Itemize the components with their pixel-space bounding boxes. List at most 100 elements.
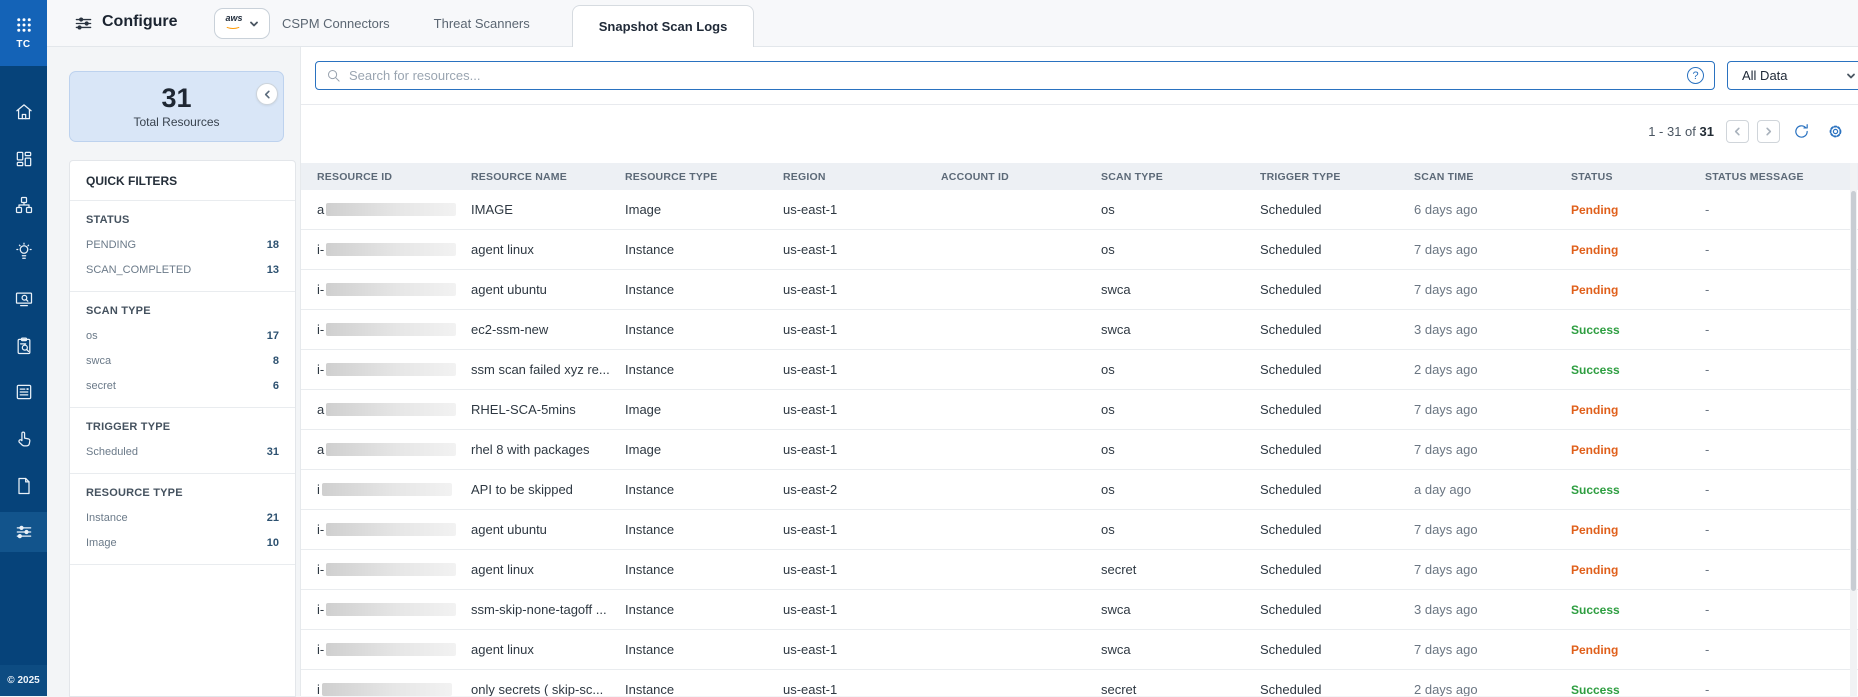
table-row[interactable]: i-ssm scan failed xyz re... Instance us-ea…: [301, 350, 1858, 390]
table-row[interactable]: a IMAGE Image us-east-1 os Scheduled 6 days ag…: [301, 190, 1858, 230]
table-row[interactable]: a RHEL-SCA-5mins Image us-east-1 os Scheduled…: [301, 390, 1858, 430]
tab-snapshot-scan-logs[interactable]: Snapshot Scan Logs: [571, 5, 755, 47]
tab-threat-scanners[interactable]: Threat Scanners: [412, 0, 552, 47]
collapse-panel-button[interactable]: [256, 83, 278, 105]
vertical-scrollbar[interactable]: [1850, 163, 1857, 696]
cell-resource-name: agent linux: [471, 242, 534, 257]
app-launcher[interactable]: TC: [0, 0, 47, 66]
search-input[interactable]: [349, 68, 1679, 83]
table-settings-button[interactable]: [1822, 118, 1848, 144]
monitor-search-icon: [15, 292, 32, 307]
table-row[interactable]: i only secrets ( skip-sc... Instance us-eas…: [301, 670, 1858, 696]
cell-resource-type: Instance: [625, 362, 675, 377]
cell-scan-time: 7 days ago: [1414, 442, 1478, 457]
redacted-resource-id: [326, 363, 457, 376]
search-box: ?: [315, 61, 1715, 90]
refresh-icon: [1794, 123, 1808, 138]
total-resources-value: 31: [161, 82, 192, 113]
gear-icon: [1829, 125, 1841, 137]
refresh-button[interactable]: [1788, 118, 1814, 144]
cell-resource-type: Instance: [625, 322, 675, 337]
page-title: Configure: [102, 13, 178, 30]
table-row[interactable]: i-agent ubuntu Instance us-east-1 os Schedul…: [301, 510, 1858, 550]
cell-status-message: -: [1705, 522, 1710, 537]
cell-resource-name: agent linux: [471, 562, 534, 577]
sidebar-item-file[interactable]: [0, 466, 47, 506]
table-row[interactable]: i-agent linux Instance us-east-1 swca Schedu…: [301, 630, 1858, 670]
filter-item-count: 21: [266, 512, 279, 524]
table-row[interactable]: i API to be skipped Instance us-east-2 os Sch…: [301, 470, 1858, 510]
cell-scan-time: 3 days ago: [1414, 322, 1478, 337]
sidebar-item-sliders[interactable]: [0, 512, 47, 553]
table-row[interactable]: i-ssm-skip-none-tagoff ... Instance us-eas…: [301, 590, 1858, 630]
sliders-icon: [74, 14, 93, 38]
column-header-resource-type[interactable]: RESOURCE TYPE: [625, 171, 783, 183]
column-header-resource-id[interactable]: RESOURCE ID: [317, 171, 471, 183]
column-header-status[interactable]: STATUS: [1571, 171, 1705, 183]
scrollbar-thumb[interactable]: [1851, 191, 1856, 591]
sidebar-item-report[interactable]: [0, 372, 47, 412]
sidebar-item-monitor-search[interactable]: [0, 279, 47, 319]
cell-resource-id: i-: [317, 602, 471, 617]
cell-resource-type: Instance: [625, 242, 675, 257]
filter-item-label: secret: [86, 380, 116, 392]
sidebar-item-dashboard[interactable]: [0, 139, 47, 179]
cell-resource-id: i-: [317, 322, 471, 337]
column-header-scan-type[interactable]: SCAN TYPE: [1101, 171, 1260, 183]
column-header-scan-time[interactable]: SCAN TIME: [1414, 171, 1571, 183]
filter-item-count: 10: [266, 537, 279, 549]
clipboard-search-icon: [17, 336, 30, 354]
filter-item-count: 17: [266, 330, 279, 342]
redacted-resource-id: [326, 283, 457, 296]
filter-item-secret[interactable]: secret 6: [86, 380, 279, 392]
table-row[interactable]: i-agent linux Instance us-east-1 os Schedule…: [301, 230, 1858, 270]
sidebar-item-clipboard-search[interactable]: [0, 326, 47, 366]
filter-item-label: Instance: [86, 512, 128, 524]
table-row[interactable]: a rhel 8 with packages Image us-east-1 os Sch…: [301, 430, 1858, 470]
total-resources-card[interactable]: 31 Total Resources: [69, 71, 284, 142]
data-scope-value: All Data: [1742, 68, 1788, 83]
status-badge: Pending: [1571, 242, 1619, 257]
cell-resource-id: i-: [317, 562, 471, 577]
table-row[interactable]: i-agent linux Instance us-east-1 secret Sche…: [301, 550, 1858, 590]
column-header-resource-name[interactable]: RESOURCE NAME: [471, 171, 625, 183]
redacted-resource-id: [326, 523, 457, 536]
filter-item-os[interactable]: os 17: [86, 330, 279, 342]
filter-item-scheduled[interactable]: Scheduled 31: [86, 446, 279, 458]
cell-resource-name: agent linux: [471, 642, 534, 657]
next-page-button[interactable]: [1757, 119, 1780, 143]
data-scope-dropdown[interactable]: All Data: [1727, 61, 1858, 90]
cell-region: us-east-1: [783, 282, 838, 297]
prev-page-button[interactable]: [1726, 119, 1749, 143]
total-resources-label: Total Resources: [133, 115, 220, 130]
tab-cspm-connectors[interactable]: CSPM Connectors: [260, 0, 412, 47]
cell-resource-type: Image: [625, 402, 662, 417]
cell-scan-time: 2 days ago: [1414, 362, 1478, 377]
cell-resource-id: a: [317, 202, 471, 217]
column-header-account-id[interactable]: ACCOUNT ID: [941, 171, 1101, 183]
sidebar-item-topology[interactable]: [0, 185, 47, 225]
column-header-region[interactable]: REGION: [783, 171, 941, 183]
column-header-status-message[interactable]: STATUS MESSAGE: [1705, 171, 1858, 183]
cell-resource-name: ssm scan failed xyz re...: [471, 362, 610, 377]
cell-scan-time: 3 days ago: [1414, 602, 1478, 617]
filter-item-instance[interactable]: Instance 21: [86, 512, 279, 524]
sidebar-item-lightbulb[interactable]: [0, 232, 47, 272]
cell-resource-id: i-: [317, 362, 471, 377]
redacted-resource-id: [326, 443, 457, 456]
filter-item-scan_completed[interactable]: SCAN_COMPLETED 13: [86, 264, 279, 276]
filter-item-pending[interactable]: PENDING 18: [86, 239, 279, 251]
table-row[interactable]: i-agent ubuntu Instance us-east-1 swca Sched…: [301, 270, 1858, 310]
sidebar-item-hand-pointer[interactable]: [0, 419, 47, 459]
cell-resource-type: Instance: [625, 602, 675, 617]
sidebar-item-home[interactable]: [0, 92, 47, 132]
filter-item-count: 8: [272, 355, 279, 367]
filter-item-image[interactable]: Image 10: [86, 537, 279, 549]
filter-item-swca[interactable]: swca 8: [86, 355, 279, 367]
column-header-trigger-type[interactable]: TRIGGER TYPE: [1260, 171, 1414, 183]
table-row[interactable]: i-ec2-ssm-new Instance us-east-1 swca Schedu…: [301, 310, 1858, 350]
copyright-label: © 2025: [0, 665, 47, 696]
help-icon[interactable]: ?: [1687, 67, 1704, 84]
filter-item-label: SCAN_COMPLETED: [86, 264, 192, 276]
quick-filters-title: QUICK FILTERS: [70, 161, 295, 201]
